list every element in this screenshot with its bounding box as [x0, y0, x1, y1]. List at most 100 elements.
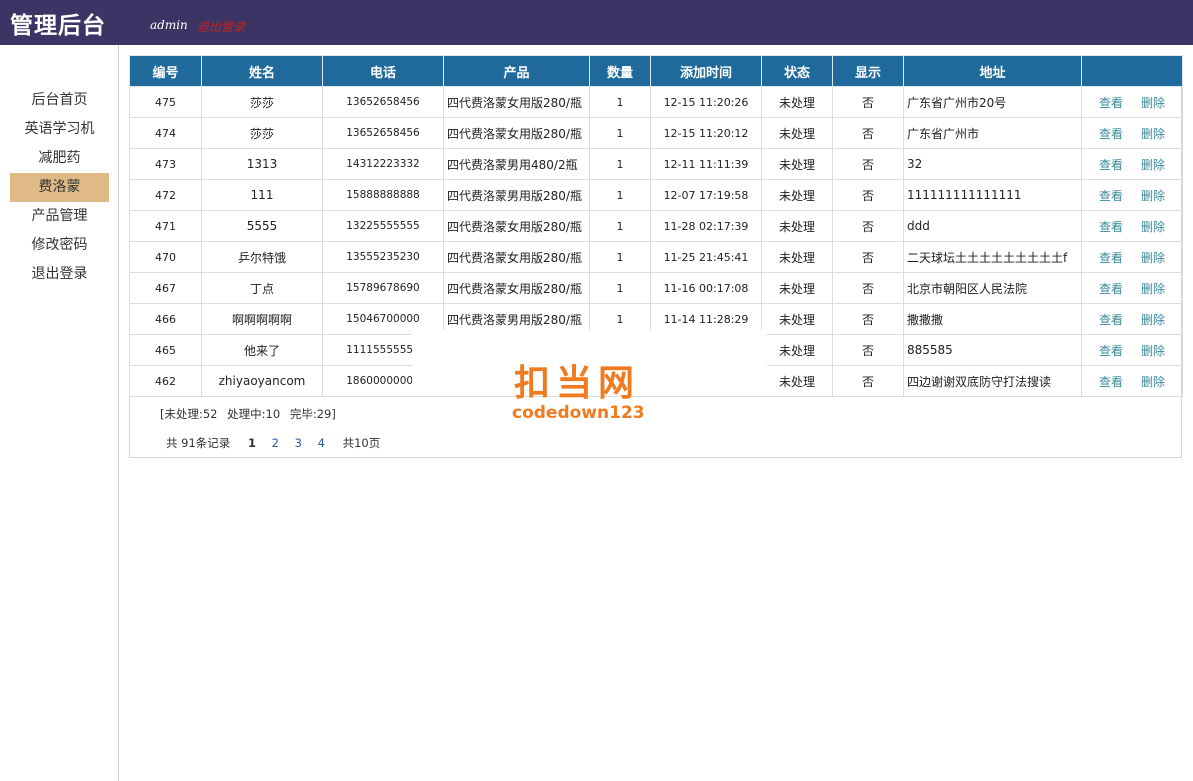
column-header-actions [1081, 55, 1183, 87]
cell-status: 未处理 [761, 334, 833, 366]
delete-button[interactable]: 删除 [1141, 189, 1165, 203]
cell-display: 否 [832, 117, 904, 149]
sidebar-item-pheromone[interactable]: 费洛蒙 [10, 173, 109, 202]
cell-address: 北京市朝阳区人民法院 [903, 272, 1082, 304]
cell-address: 885585 [903, 334, 1082, 366]
summary-unprocessed: [未处理:52 [160, 407, 218, 421]
cell-actions: 查看 删除 [1081, 241, 1183, 273]
cell-address: 撒撒撒 [903, 303, 1082, 335]
cell-added-time: 11-16 00:17:08 [650, 272, 762, 304]
table-row: 474 莎莎 13652658456 四代费洛蒙女用版280/瓶 1 12-15 11:2… [129, 117, 1183, 149]
cell-phone: 15789678690 [322, 272, 444, 304]
delete-button[interactable]: 删除 [1141, 96, 1165, 110]
table-row: 470 乒尔特饿 13555235230 四代费洛蒙女用版280/瓶 1 11-25 21… [129, 241, 1183, 273]
delete-button[interactable]: 删除 [1141, 220, 1165, 234]
view-button[interactable]: 查看 [1099, 96, 1123, 110]
view-button[interactable]: 查看 [1099, 282, 1123, 296]
cell-actions: 查看 删除 [1081, 117, 1183, 149]
cell-actions: 查看 删除 [1081, 272, 1183, 304]
cell-phone: 14312223332 [322, 148, 444, 180]
sidebar-item-product-management[interactable]: 产品管理 [10, 202, 109, 231]
delete-button[interactable]: 删除 [1141, 251, 1165, 265]
delete-button[interactable]: 删除 [1141, 375, 1165, 389]
top-logout-link[interactable]: 退出登录 [197, 18, 245, 35]
pagination-page-2[interactable]: 2 [272, 436, 279, 450]
cell-status: 未处理 [761, 272, 833, 304]
delete-button[interactable]: 删除 [1141, 313, 1165, 327]
cell-id: 472 [129, 179, 202, 211]
cell-name: 1313 [201, 148, 323, 180]
table-row: 467 丁点 15789678690 四代费洛蒙女用版280/瓶 1 11-16 00:1… [129, 272, 1183, 304]
sidebar: 后台首页 英语学习机 减肥药 费洛蒙 产品管理 修改密码 退出登录 [0, 45, 119, 781]
cell-actions: 查看 删除 [1081, 179, 1183, 211]
cell-address: 111111111111111 [903, 179, 1082, 211]
cell-quantity: 1 [589, 148, 651, 180]
cell-name: 他来了 [201, 334, 323, 366]
cell-id: 466 [129, 303, 202, 335]
cell-added-time: 12-15 11:20:12 [650, 117, 762, 149]
pagination-page-4[interactable]: 4 [318, 436, 325, 450]
cell-quantity: 1 [589, 179, 651, 211]
cell-status: 未处理 [761, 365, 833, 397]
watermark-subtitle: codedown123 [512, 403, 645, 423]
cell-status: 未处理 [761, 241, 833, 273]
cell-status: 未处理 [761, 86, 833, 118]
view-button[interactable]: 查看 [1099, 313, 1123, 327]
cell-name: 啊啊啊啊啊 [201, 303, 323, 335]
cell-status: 未处理 [761, 303, 833, 335]
cell-added-time: 12-15 11:20:26 [650, 86, 762, 118]
delete-button[interactable]: 删除 [1141, 127, 1165, 141]
view-button[interactable]: 查看 [1099, 220, 1123, 234]
delete-button[interactable]: 删除 [1141, 344, 1165, 358]
cell-product: 四代费洛蒙男用版280/瓶 [443, 179, 590, 211]
cell-address: 32 [903, 148, 1082, 180]
cell-id: 462 [129, 365, 202, 397]
brand-title: 管理后台 [10, 12, 106, 39]
column-header-name: 姓名 [201, 55, 323, 87]
cell-quantity: 1 [589, 241, 651, 273]
sidebar-item-change-password[interactable]: 修改密码 [10, 231, 109, 260]
main-panel: 编号 姓名 电话 产品 数量 添加时间 状态 显示 地址 475 莎莎 136526… [129, 55, 1183, 458]
cell-name: 5555 [201, 210, 323, 242]
cell-id: 471 [129, 210, 202, 242]
cell-id: 470 [129, 241, 202, 273]
column-header-added-time: 添加时间 [650, 55, 762, 87]
cell-id: 465 [129, 334, 202, 366]
table-row: 472 111 15888888888 四代费洛蒙男用版280/瓶 1 12-07 17:… [129, 179, 1183, 211]
pagination: 共 91条记录 1 2 3 4 共10页 [166, 435, 380, 451]
view-button[interactable]: 查看 [1099, 127, 1123, 141]
cell-address: 二天球坛土土土土土土土土土f [903, 241, 1082, 273]
pagination-page-3[interactable]: 3 [295, 436, 302, 450]
cell-actions: 查看 删除 [1081, 148, 1183, 180]
delete-button[interactable]: 删除 [1141, 282, 1165, 296]
cell-actions: 查看 删除 [1081, 86, 1183, 118]
sidebar-item-logout[interactable]: 退出登录 [10, 260, 109, 289]
cell-name: 丁点 [201, 272, 323, 304]
cell-phone: 13652658456 [322, 86, 444, 118]
view-button[interactable]: 查看 [1099, 251, 1123, 265]
sidebar-item-english-learning[interactable]: 英语学习机 [10, 115, 109, 144]
cell-id: 475 [129, 86, 202, 118]
view-button[interactable]: 查看 [1099, 158, 1123, 172]
column-header-id: 编号 [129, 55, 202, 87]
sidebar-item-diet-pills[interactable]: 减肥药 [10, 144, 109, 173]
cell-quantity: 1 [589, 272, 651, 304]
pagination-current-page: 1 [247, 436, 256, 450]
cell-display: 否 [832, 334, 904, 366]
cell-display: 否 [832, 303, 904, 335]
cell-name: 莎莎 [201, 117, 323, 149]
view-button[interactable]: 查看 [1099, 189, 1123, 203]
cell-display: 否 [832, 365, 904, 397]
view-button[interactable]: 查看 [1099, 375, 1123, 389]
cell-product: 四代费洛蒙女用版280/瓶 [443, 86, 590, 118]
cell-display: 否 [832, 148, 904, 180]
current-user: admin [150, 18, 188, 32]
sidebar-item-home[interactable]: 后台首页 [10, 86, 109, 115]
cell-quantity: 1 [589, 117, 651, 149]
cell-address: ddd [903, 210, 1082, 242]
summary-done: 完毕:29] [289, 407, 336, 421]
cell-product: 四代费洛蒙女用版280/瓶 [443, 210, 590, 242]
cell-address: 广东省广州市20号 [903, 86, 1082, 118]
delete-button[interactable]: 删除 [1141, 158, 1165, 172]
view-button[interactable]: 查看 [1099, 344, 1123, 358]
